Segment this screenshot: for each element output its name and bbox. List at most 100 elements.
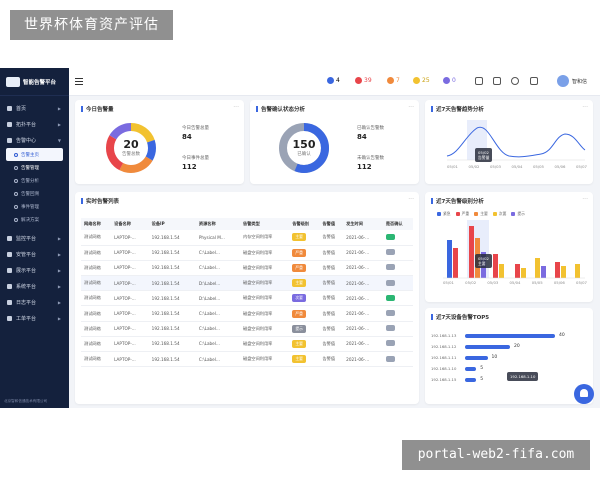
confirm-status-card: 告警确认状态分析 ··· 150 已确认 已确认告警数 84 未确认告警数 11… xyxy=(250,100,419,184)
status-count-major[interactable]: 7 xyxy=(387,77,400,84)
confirmed-value: 84 xyxy=(357,133,367,141)
sidebar-item-home[interactable]: 首页 ▶ xyxy=(0,100,69,116)
sidebar-item-display[interactable]: 展示平台 ▶ xyxy=(0,262,69,278)
sidebar-subitem-alarm-analysis[interactable]: 告警分析 xyxy=(0,174,69,187)
more-icon[interactable]: ··· xyxy=(408,104,414,111)
column-header[interactable]: 设备IP xyxy=(148,218,196,230)
sidebar-subitem-alarm-manage[interactable]: 告警管理 xyxy=(0,161,69,174)
table-cell: LAPTOP-... xyxy=(111,230,149,246)
bar xyxy=(561,266,566,278)
more-icon[interactable]: ··· xyxy=(582,196,588,203)
legend-label: 主要 xyxy=(480,211,488,216)
monitor-icon[interactable] xyxy=(493,77,501,85)
confirm-toggle[interactable] xyxy=(385,325,395,332)
table-cell xyxy=(382,305,413,322)
more-icon[interactable]: ··· xyxy=(408,196,414,203)
ticket-icon xyxy=(7,315,12,321)
column-header[interactable]: 资源名称 xyxy=(195,218,241,230)
confirmed-label: 已确认告警数 xyxy=(357,126,384,131)
column-header[interactable]: 设备名称 xyxy=(111,218,149,230)
column-header[interactable]: 网络名称 xyxy=(81,218,112,230)
confirm-toggle[interactable] xyxy=(385,340,395,347)
top5-value: 5 xyxy=(480,366,484,371)
more-icon[interactable]: ··· xyxy=(233,104,239,111)
column-header[interactable]: 告警类型 xyxy=(240,218,290,230)
table-cell: 2021-06-... xyxy=(343,305,383,322)
chevron-right-icon: ▶ xyxy=(57,283,61,289)
confirm-toggle[interactable] xyxy=(385,279,395,286)
table-row[interactable]: 测试网络 LAPTOP-... 192.168.1.54 C:\Label... 磁盘空… xyxy=(81,351,413,368)
level-tooltip: 05/02 主要 xyxy=(475,254,492,268)
chevron-right-icon: ▶ xyxy=(57,235,61,241)
status-count-critical[interactable]: 39 xyxy=(355,77,372,84)
alarm-total-value: 20 xyxy=(123,138,139,151)
top5-bar xyxy=(465,344,510,349)
level-badge: 次要 xyxy=(292,294,306,303)
xaxis-label: 05/06 xyxy=(554,164,566,169)
sidebar-item-label: 首页 xyxy=(16,105,27,112)
table-row[interactable]: 测试网络 LAPTOP-... 192.168.1.54 C:\Label... 磁盘空… xyxy=(81,305,413,322)
table-cell: 严重 xyxy=(289,245,320,261)
chevron-right-icon: ▶ xyxy=(57,251,61,257)
legend-item: 紧急 xyxy=(437,211,451,217)
confirm-toggle[interactable] xyxy=(385,355,395,362)
monitor-icon xyxy=(7,235,12,241)
column-header[interactable]: 是否确认 xyxy=(382,218,413,230)
help-icon[interactable] xyxy=(511,77,519,85)
confirm-toggle[interactable] xyxy=(385,294,395,301)
confirm-toggle[interactable] xyxy=(385,264,395,271)
shirt-icon[interactable] xyxy=(475,77,483,85)
sidebar-subitem-alarm-trace[interactable]: 告警回溯 xyxy=(0,187,69,200)
table-cell: 2021-06-... xyxy=(343,275,383,292)
table-row[interactable]: 测试网络 LAPTOP-... 192.168.1.54 D:\Label... 磁盘空… xyxy=(81,290,413,307)
tooltip-label: 主要 xyxy=(478,261,486,266)
confirm-toggle[interactable] xyxy=(385,233,395,240)
status-count-urgent[interactable]: 4 xyxy=(327,77,340,84)
notification-bell-button[interactable] xyxy=(574,384,594,404)
legend-swatch xyxy=(511,212,516,216)
table-row[interactable]: 测试网络 LAPTOP-... 192.168.1.54 Physical M... 内… xyxy=(81,230,413,246)
status-count-info[interactable]: 0 xyxy=(443,77,456,84)
top5-bar xyxy=(465,366,477,371)
sidebar-item-system[interactable]: 系统平台 ▶ xyxy=(0,278,69,294)
sidebar-item-ticket[interactable]: 工单平台 ▶ xyxy=(0,310,69,326)
sidebar-subitem-alarm-home[interactable]: 告警主页 xyxy=(6,148,63,161)
sidebar-item-security[interactable]: 安管平台 ▶ xyxy=(0,246,69,262)
sidebar-item-monitor[interactable]: 监控平台 ▶ xyxy=(0,230,69,246)
app-window: 智能告警平台 首页 ▶ 拓扑平台 ▶ 告警中心 ▼ 告警主页 告警管理 告警分析 告警… xyxy=(0,68,600,408)
status-count-minor[interactable]: 25 xyxy=(413,77,430,84)
column-header[interactable]: 发生时间 xyxy=(343,218,383,230)
display-icon xyxy=(7,267,12,273)
card-title: 近7天设备告警TOP5 xyxy=(431,313,489,321)
table-row[interactable]: 测试网络 LAPTOP-... 192.168.1.54 D:\Label... 磁盘空… xyxy=(81,275,413,292)
table-row[interactable]: 测试网络 LAPTOP-... 192.168.1.54 C:\Label... 磁盘空… xyxy=(81,260,413,277)
table-row[interactable]: 测试网络 LAPTOP-... 192.168.1.54 C:\Label... 磁盘空… xyxy=(81,336,413,353)
alarm-total-label: 告警总数 xyxy=(122,152,140,157)
top5-value: 5 xyxy=(480,377,484,382)
table-row[interactable]: 测试网络 LAPTOP-... 192.168.1.54 C:\Label... 磁盘空… xyxy=(81,245,413,261)
sidebar-subitem-event-manage[interactable]: 事件管理 xyxy=(0,200,69,213)
sidebar-item-label: 告警回溯 xyxy=(21,191,39,197)
avatar[interactable] xyxy=(557,75,569,87)
legend-item: 次要 xyxy=(492,211,506,217)
table-row[interactable]: 测试网络 LAPTOP-... 192.168.1.54 C:\Label... 磁盘空… xyxy=(81,321,413,337)
level-badge: 主要 xyxy=(292,339,306,348)
sidebar-item-log[interactable]: 日志平台 ▶ xyxy=(0,294,69,310)
lock-icon[interactable] xyxy=(530,77,538,85)
confirm-toggle[interactable] xyxy=(385,310,395,317)
sidebar-subitem-solutions[interactable]: 解决方案 xyxy=(0,213,69,226)
user-name[interactable]: 智和信 xyxy=(572,78,587,85)
xaxis-label: 05/01 xyxy=(443,280,454,285)
table-cell: 告警值 xyxy=(319,290,344,307)
column-header[interactable]: 告警值 xyxy=(319,218,344,230)
confirm-toggle[interactable] xyxy=(385,249,395,256)
table-cell: 测试网络 xyxy=(81,290,112,307)
today-events-value: 112 xyxy=(182,163,197,171)
sidebar-item-alarm-center[interactable]: 告警中心 ▼ xyxy=(0,132,69,148)
legend-item: 严重 xyxy=(455,211,469,217)
sidebar-item-topology[interactable]: 拓扑平台 ▶ xyxy=(0,116,69,132)
more-icon[interactable]: ··· xyxy=(582,104,588,111)
column-header[interactable]: 告警级别 xyxy=(289,218,320,230)
menu-toggle-icon[interactable] xyxy=(75,78,83,85)
circle-icon xyxy=(14,152,18,157)
